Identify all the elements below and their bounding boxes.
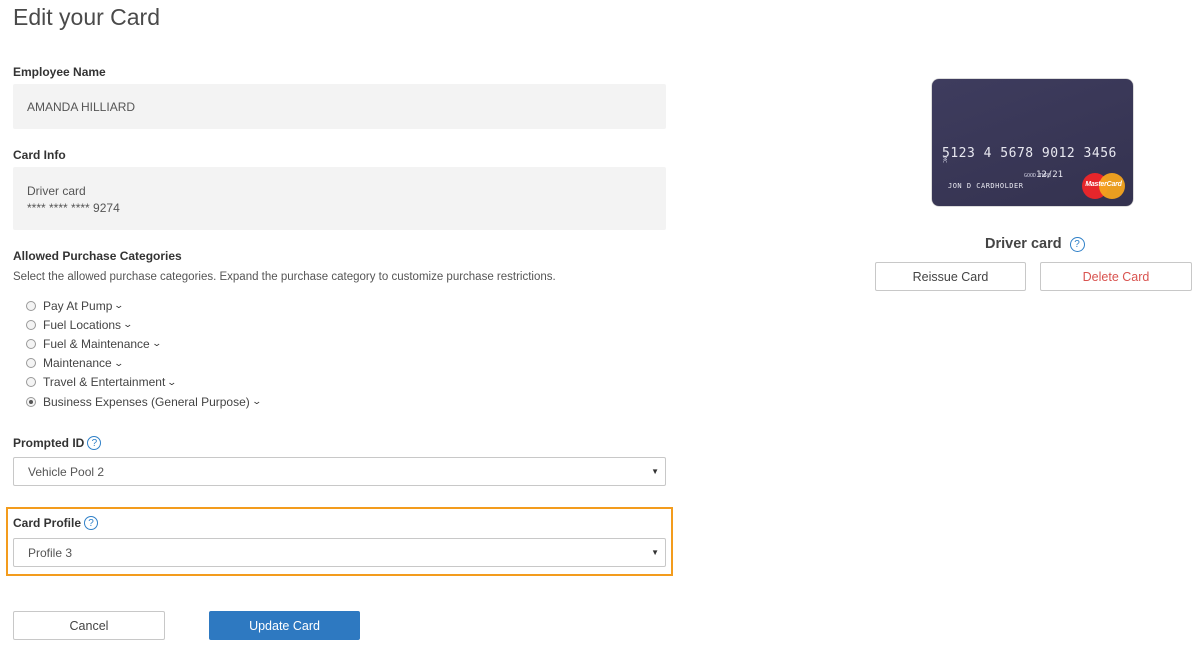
chevron-down-icon[interactable]: ⌄ xyxy=(114,300,125,311)
employee-name-value: AMANDA HILLIARD xyxy=(27,99,136,114)
chevron-down-icon[interactable]: ⌄ xyxy=(167,377,178,388)
reissue-card-button[interactable]: Reissue Card xyxy=(875,262,1026,291)
category-list: Pay At Pump ⌄ Fuel Locations ⌄ Fuel & Ma… xyxy=(26,296,262,411)
radio-fuel-locations[interactable] xyxy=(26,319,36,330)
category-fuel-locations[interactable]: Fuel Locations ⌄ xyxy=(26,315,260,334)
card-holder-name: JON D CARDHOLDER xyxy=(948,182,1024,190)
card-profile-select[interactable]: Profile 3 ▼ xyxy=(13,538,666,567)
prompted-id-select[interactable]: Vehicle Pool 2 ▼ xyxy=(13,457,666,486)
card-image: 5123 4 5678 9012 3456 MC GOOD THRU 12/21… xyxy=(932,79,1133,206)
category-label: Pay At Pump xyxy=(43,298,113,313)
chevron-down-icon[interactable]: ⌄ xyxy=(151,338,162,349)
help-icon[interactable]: ? xyxy=(87,436,102,450)
radio-pay-at-pump[interactable] xyxy=(26,300,36,311)
radio-travel-entertainment[interactable] xyxy=(26,377,36,388)
chevron-down-icon[interactable]: ⌄ xyxy=(251,396,262,407)
radio-fuel-maintenance[interactable] xyxy=(26,338,36,349)
card-expiry: 12/21 xyxy=(1036,170,1064,180)
category-label: Fuel Locations xyxy=(43,317,122,332)
card-info-type: Driver card xyxy=(27,184,86,198)
card-profile-value: Profile 3 xyxy=(28,545,73,560)
cancel-button[interactable]: Cancel xyxy=(13,611,165,640)
category-maintenance[interactable]: Maintenance ⌄ xyxy=(26,354,260,373)
radio-business-expenses[interactable] xyxy=(26,396,36,407)
category-fuel-maintenance[interactable]: Fuel & Maintenance ⌄ xyxy=(26,334,260,353)
card-caption-label: Driver card xyxy=(985,236,1062,252)
mastercard-logo-icon: MasterCard xyxy=(1082,173,1125,199)
category-label: Fuel & Maintenance xyxy=(43,336,150,351)
mastercard-wordmark: MasterCard xyxy=(1085,181,1122,188)
category-business-expenses[interactable]: Business Expenses (General Purpose) ⌄ xyxy=(26,392,262,411)
card-info-field: Driver card **** **** **** 9274 xyxy=(13,167,666,230)
card-profile-label-row: Card Profile ? xyxy=(13,516,99,530)
card-number: 5123 4 5678 9012 3456 xyxy=(942,146,1117,161)
category-label: Business Expenses (General Purpose) xyxy=(43,394,250,409)
category-pay-at-pump[interactable]: Pay At Pump ⌄ xyxy=(26,296,260,315)
employee-name-label: Employee Name xyxy=(13,65,106,79)
update-card-button[interactable]: Update Card xyxy=(209,611,360,640)
prompted-id-label: Prompted ID xyxy=(13,436,85,450)
card-info-label: Card Info xyxy=(13,148,66,162)
radio-maintenance[interactable] xyxy=(26,358,36,369)
prompted-id-value: Vehicle Pool 2 xyxy=(28,464,105,479)
help-icon[interactable]: ? xyxy=(84,516,99,530)
delete-card-button[interactable]: Delete Card xyxy=(1040,262,1192,291)
caret-down-icon: ▼ xyxy=(651,467,659,476)
card-profile-label: Card Profile xyxy=(13,516,82,530)
category-label: Travel & Entertainment xyxy=(43,375,166,390)
chevron-down-icon[interactable]: ⌄ xyxy=(123,319,134,330)
chevron-down-icon[interactable]: ⌄ xyxy=(113,358,124,369)
card-caption: Driver card ? xyxy=(985,236,1085,252)
card-mc-prefix: MC xyxy=(941,157,947,164)
category-travel-entertainment[interactable]: Travel & Entertainment ⌄ xyxy=(26,373,260,392)
prompted-id-label-row: Prompted ID ? xyxy=(13,436,102,450)
allowed-categories-helper: Select the allowed purchase categories. … xyxy=(13,271,556,283)
employee-name-field: AMANDA HILLIARD xyxy=(13,84,666,129)
page-title: Edit your Card xyxy=(13,4,161,30)
caret-down-icon: ▼ xyxy=(651,548,659,557)
category-label: Maintenance xyxy=(43,356,112,371)
help-icon[interactable]: ? xyxy=(1069,236,1085,252)
card-info-number: **** **** **** 9274 xyxy=(27,201,120,215)
allowed-categories-label: Allowed Purchase Categories xyxy=(13,249,182,263)
